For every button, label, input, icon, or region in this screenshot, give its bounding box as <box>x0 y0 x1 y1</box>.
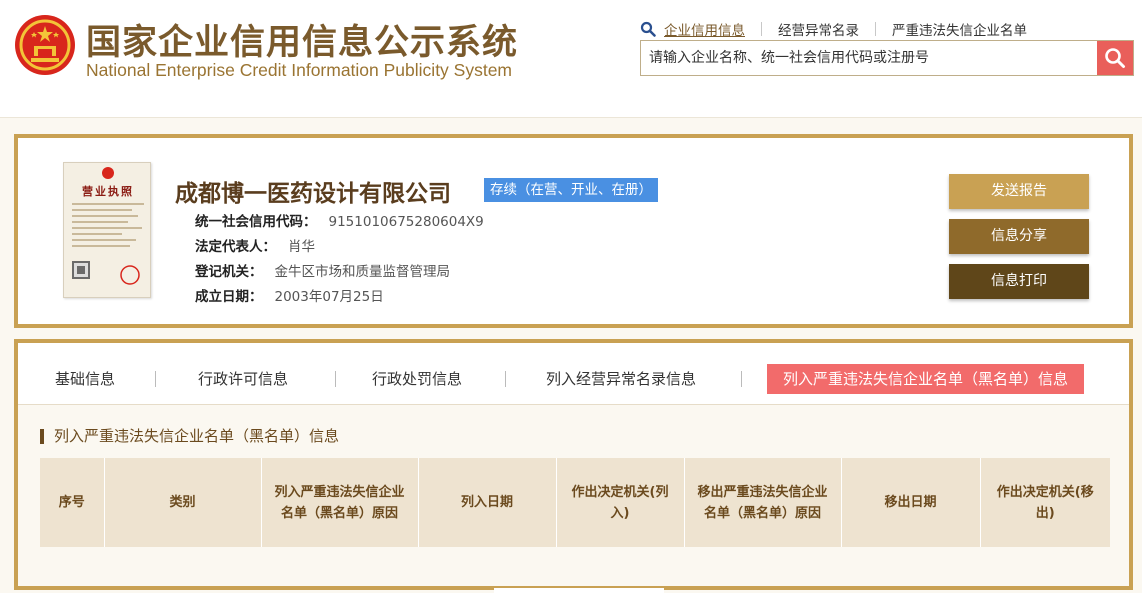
column-header: 列入严重违法失信企业名单（黑名单）原因 <box>260 458 418 547</box>
nav-divider <box>875 22 876 36</box>
table-header-row: 序号 类别 列入严重违法失信企业名单（黑名单）原因 列入日期 作出决定机关(列入… <box>40 458 1110 547</box>
send-report-button[interactable]: 发送报告 <box>949 174 1089 209</box>
top-nav: 企业信用信息 经营异常名录 严重违法失信企业名单 <box>640 19 1027 39</box>
search-icon <box>640 21 656 37</box>
field-value: 2003年07月25日 <box>274 289 384 305</box>
column-header: 序号 <box>58 495 85 510</box>
tab-basic-info[interactable]: 基础信息 <box>55 364 115 394</box>
tab-divider <box>741 371 742 387</box>
status-badge: 存续（在营、开业、在册） <box>484 178 658 202</box>
nav-link-credit-info[interactable]: 企业信用信息 <box>664 19 745 39</box>
tab-divider <box>335 371 336 387</box>
site-title: 国家企业信用信息公示系统 <box>86 23 519 63</box>
print-info-button[interactable]: 信息打印 <box>949 264 1089 299</box>
tab-abnormal-list[interactable]: 列入经营异常名录信息 <box>546 364 696 394</box>
column-header: 列入日期 <box>417 458 556 547</box>
info-row-registration-authority: 登记机关： 金牛区市场和质量监督管理局 <box>195 260 450 280</box>
site-header: 国家企业信用信息公示系统 National Enterprise Credit … <box>0 0 1142 118</box>
share-info-button[interactable]: 信息分享 <box>949 219 1089 254</box>
field-value: 9151010675280604X9 <box>328 214 484 230</box>
business-license-image: 营业执照 <box>63 162 151 298</box>
field-value: 金牛区市场和质量监督管理局 <box>274 264 451 280</box>
info-row-credit-code: 统一社会信用代码： 9151010675280604X9 <box>195 210 484 230</box>
field-value: 肖华 <box>288 239 315 255</box>
tab-blacklist[interactable]: 列入严重违法失信企业名单（黑名单）信息 <box>767 364 1085 394</box>
tab-bar: 基础信息 行政许可信息 行政处罚信息 列入经营异常名录信息 列入严重违法失信企业… <box>18 343 1129 405</box>
search-box <box>640 40 1134 76</box>
tab-divider <box>155 371 156 387</box>
info-row-legal-rep: 法定代表人： 肖华 <box>195 235 315 255</box>
nav-link-blacklist[interactable]: 严重违法失信企业名单 <box>892 19 1027 39</box>
column-header: 移出严重违法失信企业名单（黑名单）原因 <box>683 458 841 547</box>
blacklist-table: 序号 类别 列入严重违法失信企业名单（黑名单）原因 列入日期 作出决定机关(列入… <box>40 458 1110 547</box>
column-header: 类别 <box>103 458 261 547</box>
next-section-edge <box>494 588 664 593</box>
tab-admin-license[interactable]: 行政许可信息 <box>198 364 288 394</box>
search-input[interactable] <box>641 41 1097 75</box>
tab-divider <box>505 371 506 387</box>
field-label: 登记机关： <box>195 264 263 280</box>
field-label: 法定代表人： <box>195 239 276 255</box>
search-icon <box>1105 48 1125 68</box>
detail-panel: 基础信息 行政许可信息 行政处罚信息 列入经营异常名录信息 列入严重违法失信企业… <box>14 339 1133 590</box>
nav-divider <box>761 22 762 36</box>
license-title: 营业执照 <box>82 185 134 198</box>
field-label: 成立日期： <box>195 289 263 305</box>
section-title: 列入严重违法失信企业名单（黑名单）信息 <box>40 429 339 444</box>
column-header: 作出决定机关(列入) <box>555 458 684 547</box>
info-row-established-date: 成立日期： 2003年07月25日 <box>195 285 384 305</box>
search-button[interactable] <box>1097 41 1133 75</box>
column-header: 移出日期 <box>840 458 980 547</box>
company-card: 营业执照 成都博一医药设计有限公司 存续（在营、开业、在册） 统一社会信用代码：… <box>14 134 1133 328</box>
site-subtitle: National Enterprise Credit Information P… <box>86 60 513 80</box>
tab-admin-penalty[interactable]: 行政处罚信息 <box>372 364 462 394</box>
nav-link-abnormal-list[interactable]: 经营异常名录 <box>778 19 859 39</box>
national-emblem-icon <box>15 15 75 75</box>
company-name: 成都博一医药设计有限公司 <box>175 181 451 207</box>
field-label: 统一社会信用代码： <box>195 214 317 230</box>
column-header: 作出决定机关(移出) <box>979 458 1110 547</box>
